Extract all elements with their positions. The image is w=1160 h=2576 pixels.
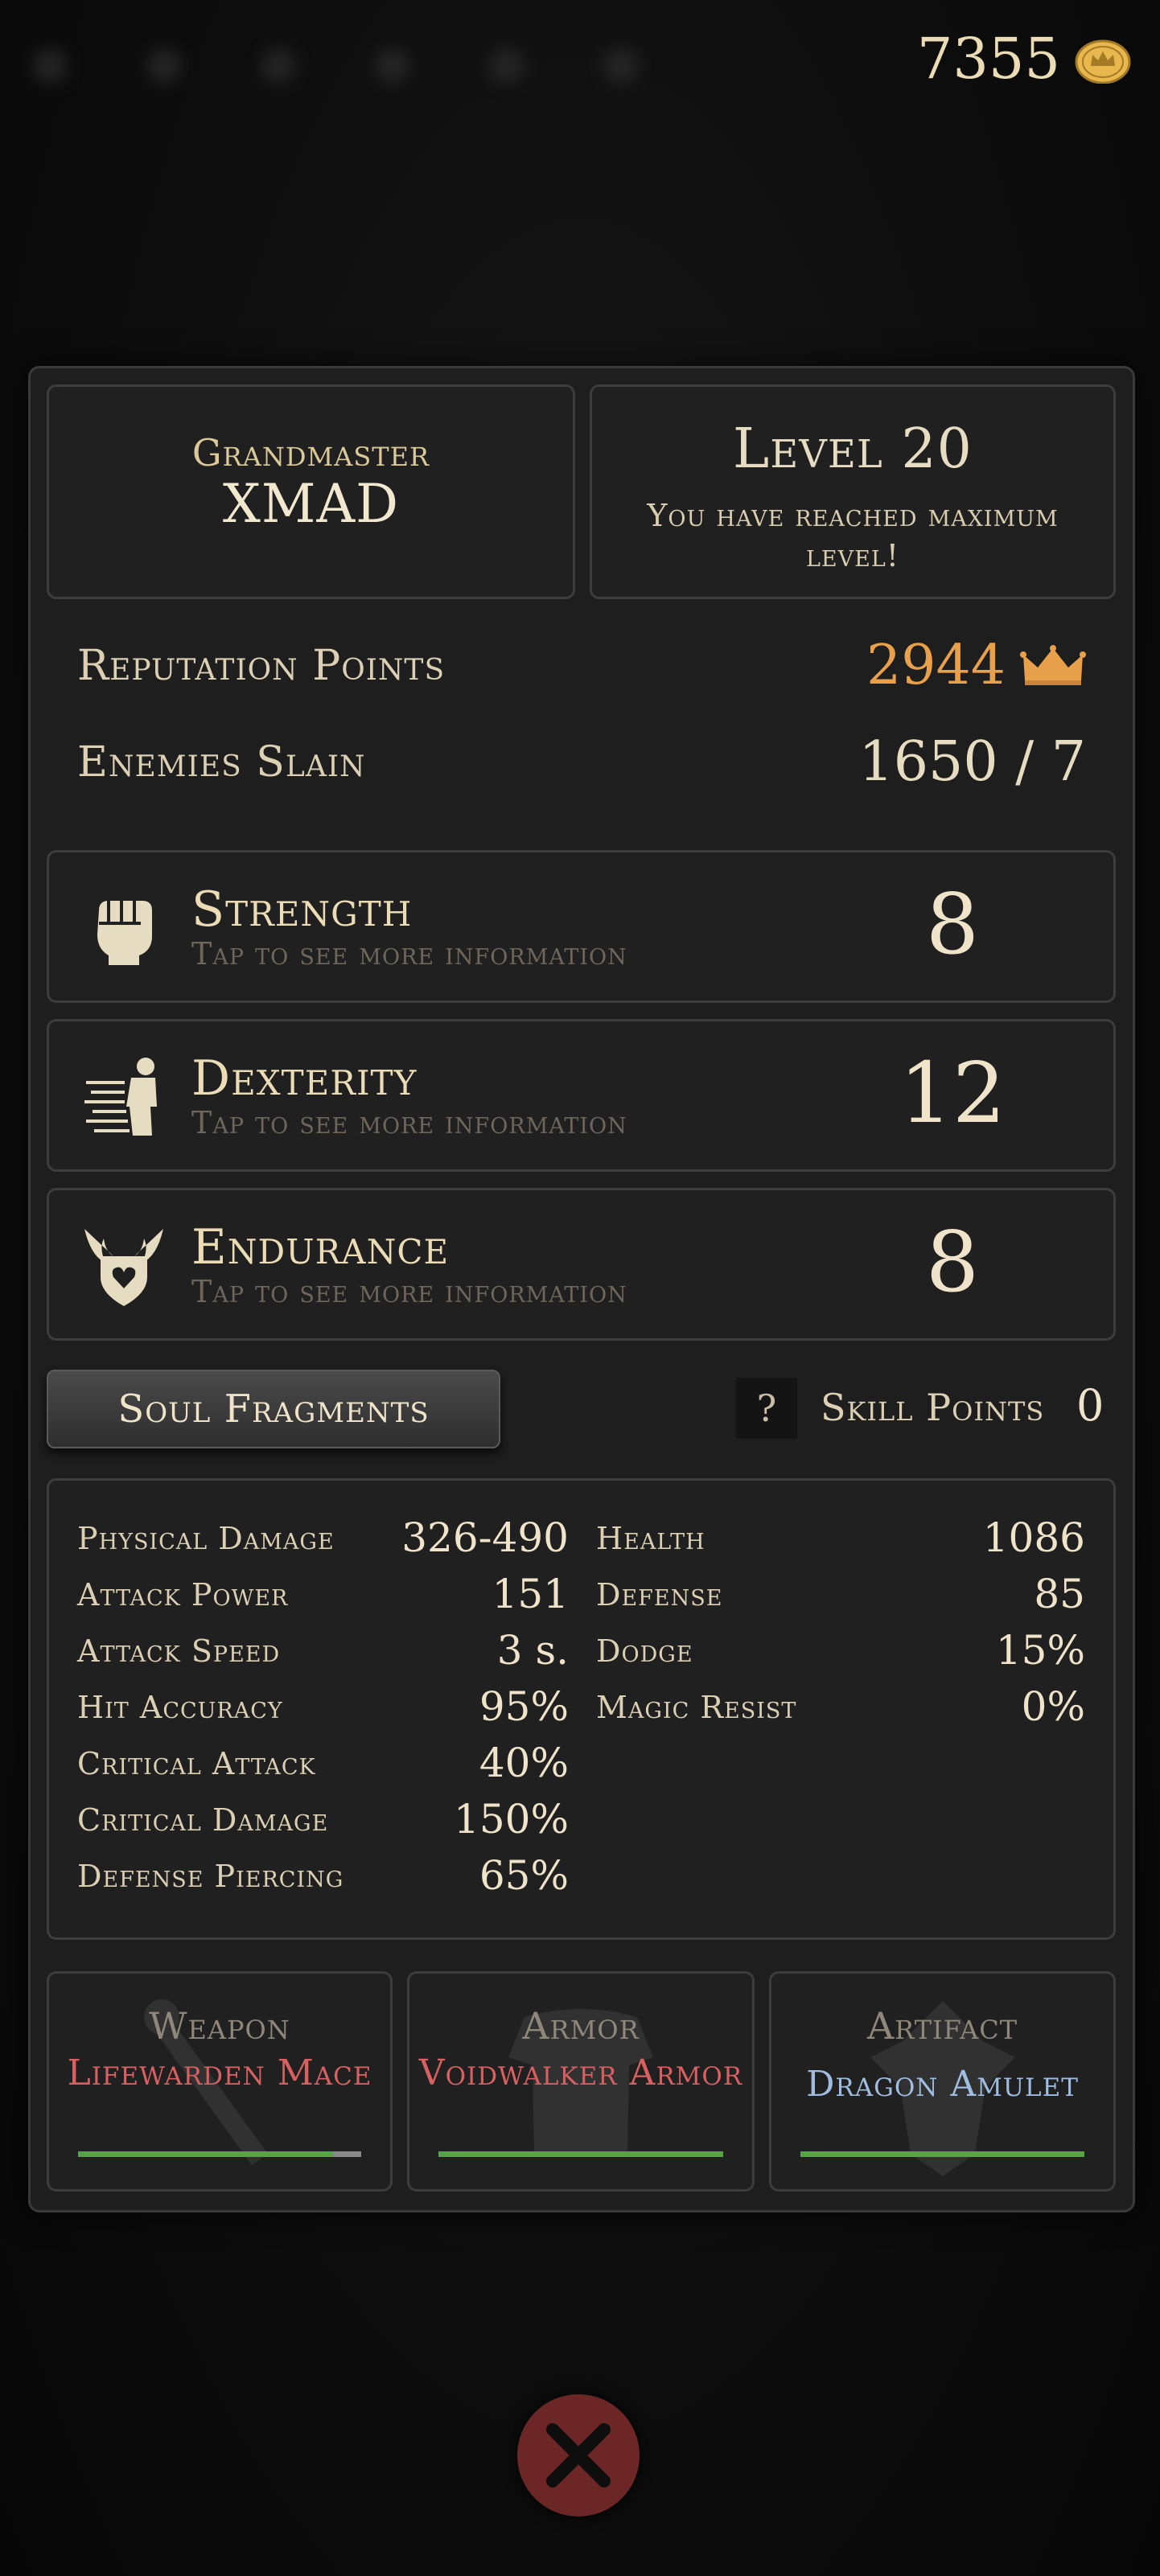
level-card: Level 20 You have reached maximum level! (590, 384, 1116, 599)
stat-label: Dodge (596, 1633, 693, 1669)
equip-slot-label: Artifact (866, 2004, 1018, 2048)
blurred-header-items (32, 48, 639, 84)
skill-points-value: 0 (1076, 1380, 1104, 1431)
attribute-name: Endurance (191, 1219, 450, 1276)
player-name-card: Grandmaster XMAD (47, 384, 575, 599)
durability-bar (78, 2151, 361, 2157)
level-subtitle: You have reached maximum level! (647, 498, 1059, 573)
attribute-hint: Tap to see more information (191, 1274, 627, 1309)
equip-slot-weapon[interactable]: Weapon Lifewarden Mace (47, 1971, 393, 2192)
stat-label: Critical Damage (77, 1802, 329, 1838)
equip-slot-armor[interactable]: Armor Voidwalker Armor (407, 1971, 755, 2192)
skill-points-label: Skill Points (821, 1386, 1045, 1429)
attribute-hint: Tap to see more information (191, 1105, 627, 1140)
coin-count: 7355 (916, 26, 1060, 92)
coin-balance: 7355 (917, 26, 1131, 92)
equip-slot-label: Weapon (149, 2004, 290, 2048)
stat-value: 151 (492, 1571, 569, 1617)
attribute-hint: Tap to see more information (191, 936, 627, 972)
stat-label: Magic Resist (596, 1690, 797, 1725)
attribute-strength[interactable]: Strength Tap to see more information 8 (47, 850, 1116, 1003)
close-icon (546, 2423, 611, 2488)
enemies-row: Enemies Slain 1650 / 7 (77, 730, 1086, 794)
reputation-label: Reputation Points (77, 641, 446, 690)
attribute-endurance[interactable]: Endurance Tap to see more information 8 (47, 1188, 1116, 1341)
stat-label: Hit Accuracy (77, 1690, 283, 1725)
stat-value: 326-490 (401, 1514, 569, 1561)
stat-value: 85 (1034, 1571, 1085, 1617)
fist-icon (97, 901, 152, 965)
durability-fill (800, 2151, 1084, 2157)
stats-panel: Physical Damage 326-490 Attack Power 151… (47, 1478, 1116, 1940)
stat-label: Defense Piercing (77, 1859, 344, 1894)
attribute-value: 8 (925, 875, 980, 973)
attribute-name: Strength (191, 881, 413, 938)
coin-crown-icon (1075, 39, 1131, 84)
attribute-value: 12 (899, 1044, 1006, 1142)
stat-value: 1086 (982, 1514, 1085, 1561)
stat-value: 95% (479, 1683, 569, 1730)
stat-label: Attack Speed (77, 1633, 281, 1669)
close-button[interactable] (517, 2394, 640, 2516)
reputation-row: Reputation Points 2944 (77, 634, 1086, 697)
stat-label: Attack Power (77, 1577, 289, 1613)
equip-item-name: Dragon Amulet (806, 2064, 1079, 2105)
character-panel: Grandmaster XMAD Level 20 You have reach… (28, 366, 1135, 2212)
stat-value: 15% (995, 1627, 1085, 1674)
player-name: XMAD (222, 473, 400, 535)
durability-bar (438, 2151, 723, 2157)
durability-fill (438, 2151, 723, 2157)
stat-value: 65% (479, 1852, 569, 1899)
running-figure-icon (84, 1058, 157, 1136)
stat-value: 150% (454, 1796, 569, 1843)
equip-slot-label: Armor (522, 2004, 640, 2048)
equip-item-name: Voidwalker Armor (418, 2052, 743, 2093)
winged-heart-shield-icon (84, 1229, 163, 1306)
equip-item-name: Lifewarden Mace (67, 2052, 372, 2093)
stat-label: Health (596, 1521, 705, 1556)
help-button[interactable]: ? (736, 1378, 797, 1439)
stat-label: Defense (596, 1577, 723, 1613)
enemies-value: 1650 / 7 (858, 730, 1086, 794)
attribute-dexterity[interactable]: Dexterity Tap to see more information 12 (47, 1019, 1116, 1172)
stat-value: 3 s. (496, 1627, 569, 1674)
durability-fill (78, 2151, 333, 2157)
stat-value: 40% (479, 1740, 569, 1786)
attribute-name: Dexterity (191, 1050, 418, 1107)
crown-icon (1020, 644, 1086, 685)
stat-value: 0% (1021, 1683, 1085, 1730)
attribute-value: 8 (925, 1213, 980, 1311)
equip-slot-artifact[interactable]: Artifact Dragon Amulet (769, 1971, 1116, 2192)
soul-fragments-button[interactable]: Soul Fragments (47, 1370, 500, 1448)
reputation-value: 2944 (866, 634, 1006, 697)
enemies-label: Enemies Slain (77, 737, 366, 787)
stat-label: Critical Attack (77, 1746, 316, 1781)
stat-label: Physical Damage (77, 1521, 335, 1556)
durability-bar (800, 2151, 1084, 2157)
level-title: Level 20 (733, 417, 973, 481)
player-rank: Grandmaster (191, 431, 430, 475)
